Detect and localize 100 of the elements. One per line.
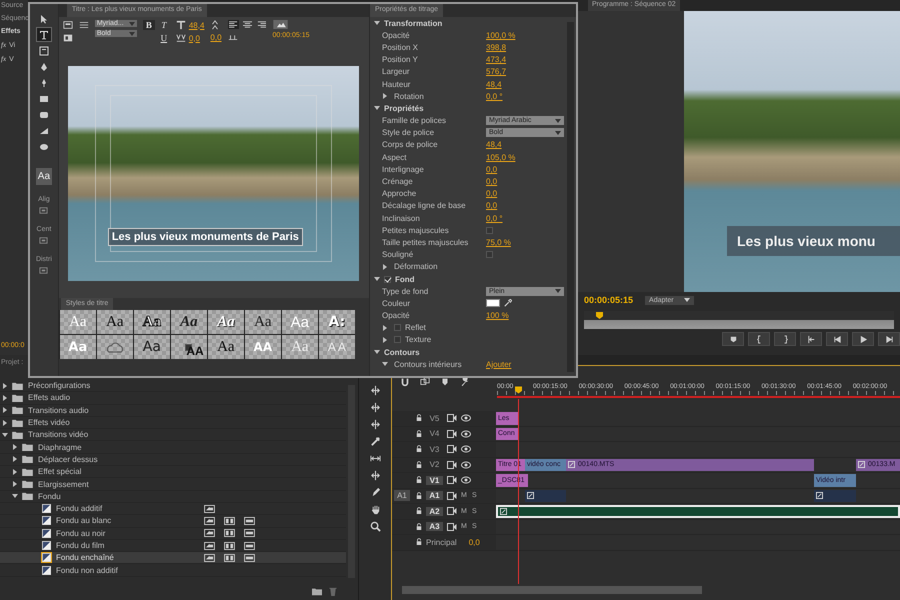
in-button[interactable] [748, 332, 770, 346]
eye-icon[interactable] [461, 430, 471, 438]
style-swatch[interactable]: Aa [170, 310, 207, 334]
color-swatch[interactable] [486, 299, 500, 308]
eye-icon[interactable] [461, 445, 471, 454]
sync-lock-icon[interactable] [447, 522, 457, 531]
effects-tree-row[interactable]: Effets audio [0, 392, 346, 405]
eyedropper-icon[interactable] [504, 299, 512, 308]
kerning-value[interactable]: 0,0 [188, 34, 200, 42]
list-icon[interactable] [78, 20, 89, 30]
volume-value[interactable]: 0,0 [468, 538, 480, 547]
razor-tool-icon[interactable] [370, 436, 380, 447]
out-button[interactable] [774, 332, 796, 346]
lock-icon[interactable] [416, 414, 422, 422]
scrollbar[interactable] [402, 586, 702, 594]
property-value[interactable]: 100,0 % [486, 30, 516, 40]
align-icon[interactable] [39, 266, 48, 275]
expanded-triangle-icon[interactable] [2, 432, 8, 438]
area-tool-button[interactable] [36, 44, 51, 57]
property-value[interactable]: 0,0 [486, 201, 498, 210]
property-value[interactable]: 0,0 ° [486, 214, 503, 223]
effects-tree-row[interactable]: Préconfigurations [0, 380, 346, 392]
checkbox[interactable] [394, 336, 401, 344]
leading-value[interactable]: 0,0 [210, 33, 222, 42]
expanded-triangle-icon[interactable] [374, 276, 380, 282]
style-swatch[interactable]: Aa [208, 335, 244, 359]
font-size-value[interactable]: 48,4 [188, 20, 204, 30]
align-icon[interactable] [39, 206, 48, 215]
eye-icon[interactable] [461, 476, 471, 484]
effects-tree-row[interactable]: Elargissement [0, 478, 346, 491]
property-value[interactable]: 473,4 [486, 55, 506, 64]
templates-icon[interactable] [62, 33, 73, 43]
goin-button[interactable] [800, 332, 822, 346]
timeline-clip[interactable] [496, 505, 900, 518]
stepfwd-button[interactable] [878, 332, 900, 346]
align-right-button[interactable] [256, 20, 267, 29]
sync-lock-icon[interactable] [447, 476, 457, 484]
marker-button[interactable] [722, 332, 744, 346]
property-value[interactable]: 48,4 [486, 80, 502, 89]
lock-icon[interactable] [416, 492, 422, 500]
track-name[interactable]: V3 [426, 444, 443, 454]
trash-icon[interactable] [328, 586, 338, 596]
lock-icon[interactable] [416, 476, 422, 484]
new-folder-icon[interactable] [312, 586, 322, 596]
type-tool-button[interactable] [36, 28, 51, 41]
eye-icon[interactable] [461, 414, 471, 422]
sync-lock-icon[interactable] [447, 492, 457, 500]
style-swatch[interactable]: Aa [208, 310, 244, 334]
lock-icon[interactable] [416, 522, 422, 531]
collapsed-triangle-icon[interactable] [382, 264, 388, 270]
property-value[interactable]: 0,0 [486, 189, 498, 198]
section-heading[interactable]: Contours [384, 348, 420, 357]
style-swatch[interactable] [96, 335, 133, 359]
stepback-button[interactable] [826, 332, 848, 346]
checkbox[interactable] [486, 226, 493, 234]
sync-lock-icon[interactable] [447, 507, 457, 516]
style-swatch[interactable]: AA [244, 335, 281, 359]
property-value[interactable]: 0,0 ° [486, 92, 503, 101]
zoom-tool-icon[interactable] [370, 521, 380, 532]
slip-tool-icon[interactable] [370, 453, 380, 464]
track-name[interactable]: A3 [426, 522, 443, 532]
section-heading[interactable]: Propriétés [384, 104, 424, 113]
effects-tree-row[interactable]: Transitions audio [0, 404, 346, 417]
checkbox[interactable] [394, 324, 401, 332]
style-swatch[interactable]: Aa [96, 310, 133, 334]
source-patch[interactable]: A1 [394, 490, 410, 502]
property-value[interactable]: 75,0 % [486, 238, 511, 247]
align-icon[interactable] [39, 236, 48, 245]
effects-tree-row[interactable]: Fondu [0, 490, 346, 503]
italic-button[interactable]: T [158, 20, 170, 30]
property-value[interactable]: 100 % [486, 311, 509, 320]
style-swatch[interactable]: AA [170, 335, 207, 359]
sync-lock-icon[interactable] [447, 460, 457, 469]
rolling-tool-icon[interactable] [370, 402, 380, 413]
lock-icon[interactable] [416, 430, 422, 438]
effects-tree-row[interactable]: Fondu enchaîné [0, 552, 346, 564]
lock-icon[interactable] [416, 460, 422, 469]
property-value[interactable]: 576,7 [486, 67, 506, 76]
playhead-icon[interactable] [596, 312, 603, 319]
sync-lock-icon[interactable] [447, 445, 457, 454]
section-heading[interactable]: Fond [395, 274, 415, 284]
background-video-icon[interactable] [272, 20, 288, 29]
expanded-triangle-icon[interactable] [374, 104, 380, 111]
timeline-clip[interactable] [525, 490, 566, 502]
bold-button[interactable]: B [142, 20, 155, 30]
effects-tree-row[interactable]: Diaphragme [0, 441, 346, 454]
style-swatch[interactable]: Aa [244, 310, 281, 334]
style-swatch[interactable]: Aa [60, 335, 96, 359]
title-text-box[interactable]: Les plus vieux monuments de Paris [108, 229, 302, 245]
checkbox[interactable] [384, 276, 391, 283]
effects-tree-row[interactable]: Déplacer dessus [0, 454, 346, 466]
play-button[interactable] [852, 332, 874, 346]
checkbox[interactable] [486, 251, 493, 258]
timeline-clip[interactable] [814, 490, 856, 502]
rate-tool-icon[interactable] [370, 419, 380, 430]
track-name[interactable]: V2 [426, 460, 443, 470]
property-value[interactable]: 48,4 [486, 140, 502, 150]
effects-tree-row[interactable]: Effet spécial [0, 466, 346, 478]
track-name[interactable]: V1 [426, 476, 443, 485]
style-swatch[interactable]: Aa [134, 335, 170, 359]
